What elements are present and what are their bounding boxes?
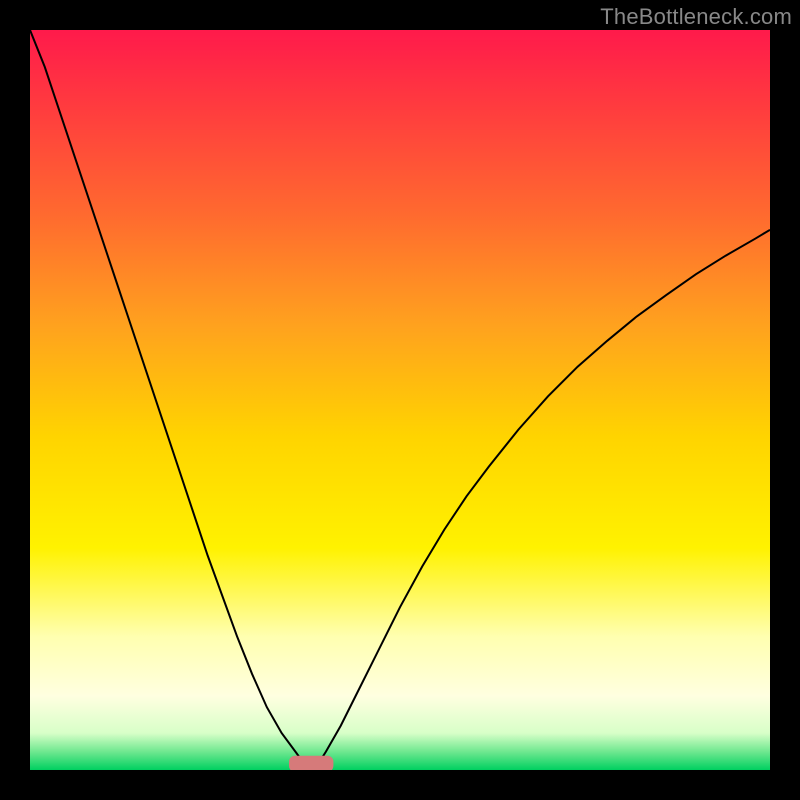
plot-area xyxy=(30,30,770,770)
gradient-background xyxy=(30,30,770,770)
bottleneck-marker xyxy=(289,756,333,770)
watermark-text: TheBottleneck.com xyxy=(600,4,792,30)
chart-frame: TheBottleneck.com xyxy=(0,0,800,800)
chart-svg xyxy=(30,30,770,770)
